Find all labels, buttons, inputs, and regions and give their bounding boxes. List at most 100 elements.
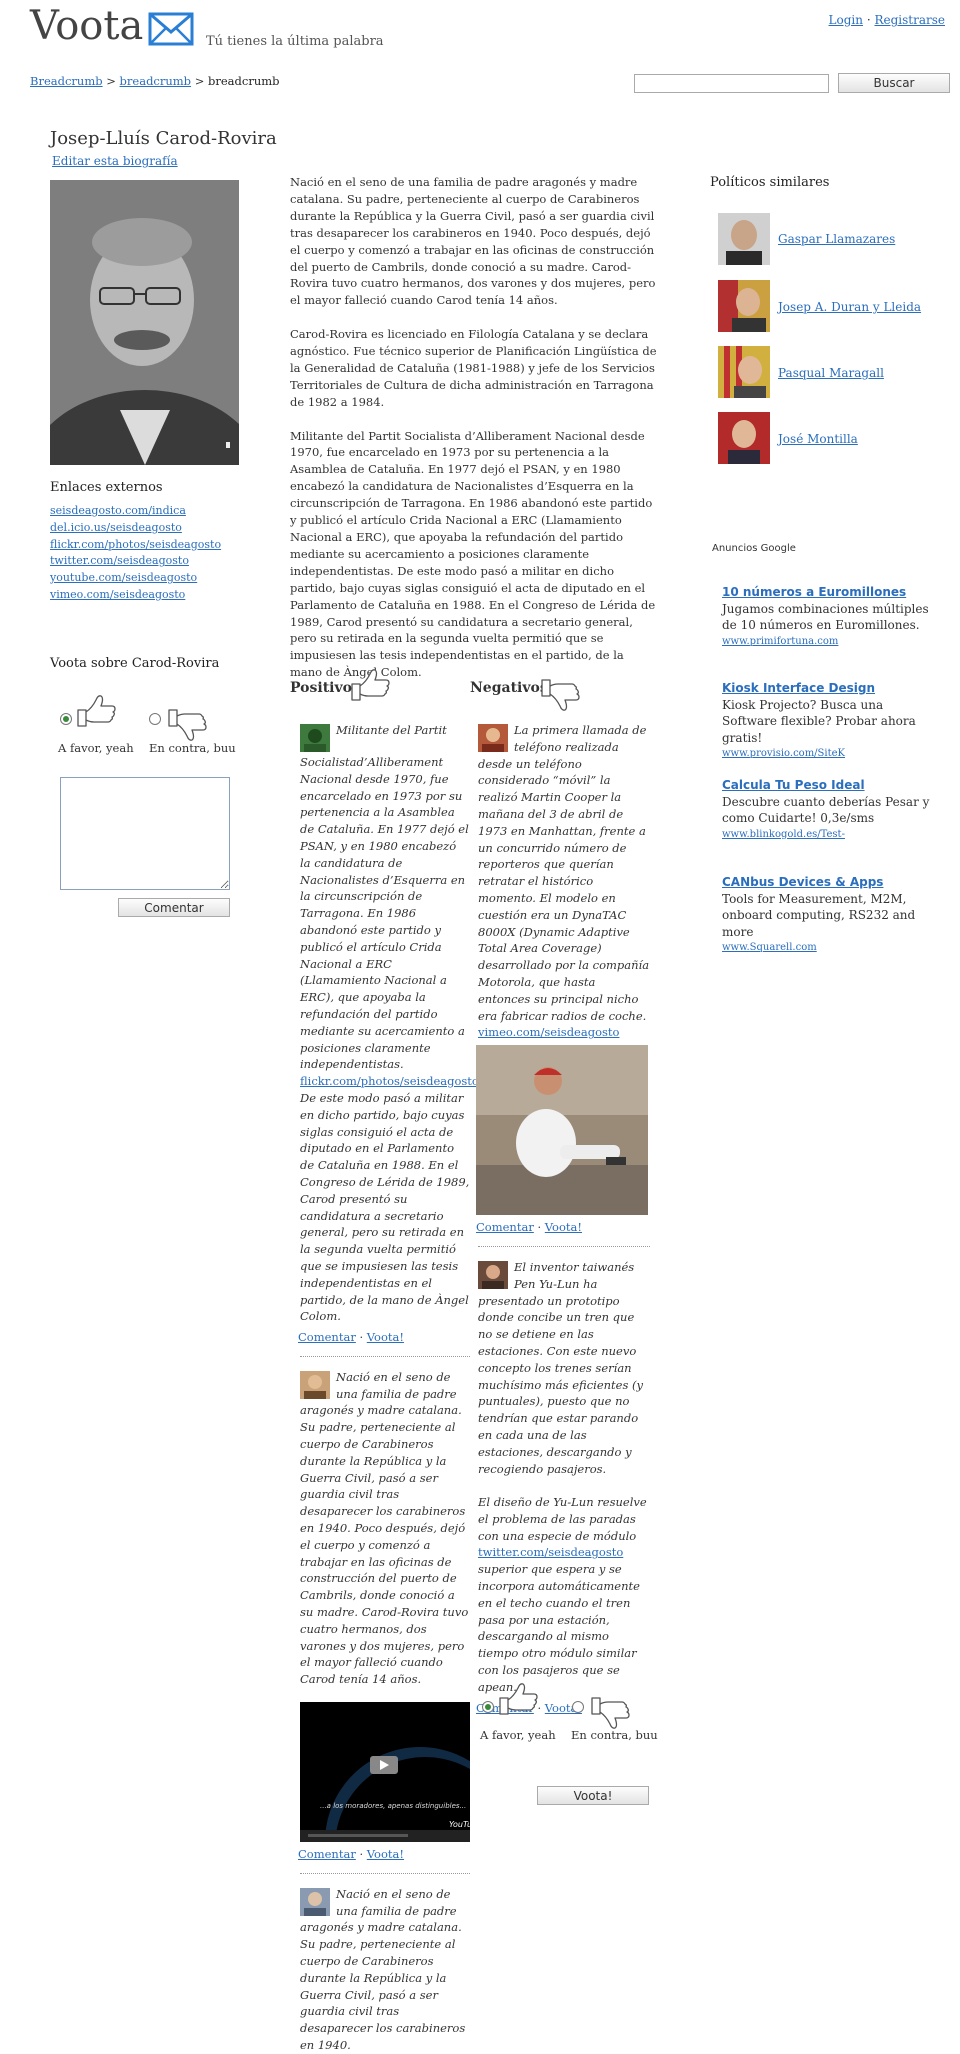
similar-politicians-title: Políticos similares: [710, 175, 830, 190]
thumbs-up-icon: [351, 669, 390, 701]
politician-photo[interactable]: [718, 412, 770, 464]
ads-label: Anuncios Google: [712, 543, 796, 554]
external-link[interactable]: twitter.com/seisdeagosto: [50, 553, 221, 570]
external-link[interactable]: seisdeagosto.com/indica: [50, 503, 221, 520]
ad-url[interactable]: www.blinkogold.es/Test-: [722, 827, 932, 844]
ad-block: CANbus Devices & Apps Tools for Measurem…: [722, 874, 932, 957]
external-link[interactable]: youtube.com/seisdeagosto: [50, 570, 221, 587]
auth-links: Login · Registrarse: [829, 13, 945, 27]
meta-separator: ·: [359, 1847, 364, 1862]
opinion-actions: Comentar · Voota!: [298, 1846, 470, 1863]
opinion-text: superior que espera y se incorpora autom…: [478, 1562, 640, 1694]
contra-label: En contra, buu: [571, 1728, 658, 1742]
contra-label: En contra, buu: [149, 741, 236, 755]
comment-link[interactable]: Comentar: [298, 1847, 356, 1861]
user-avatar: [300, 724, 330, 752]
opinion-text: El diseño de Yu-Lun resuelve el problema…: [478, 1495, 647, 1543]
comment-button[interactable]: Comentar: [118, 898, 230, 917]
bio-paragraph: Nació en el seno de una familia de padre…: [290, 175, 656, 308]
external-links-title: Enlaces externos: [50, 480, 163, 495]
bio-paragraph: Militante del Partit Socialista d’Allibe…: [290, 428, 656, 680]
negatives-title: Negativos: [470, 680, 548, 696]
comment-link[interactable]: Comentar: [298, 1330, 356, 1344]
opinion-text: Nació en el seno de una familia de padre…: [300, 1369, 469, 1687]
politician-photo[interactable]: [718, 346, 770, 398]
politician-photo[interactable]: [718, 280, 770, 332]
voota-link[interactable]: Voota!: [545, 1220, 582, 1234]
ad-text: Descubre cuanto deberías Pesar y como Cu…: [722, 794, 930, 826]
contra-radio[interactable]: [572, 1701, 584, 1713]
similar-politician-link[interactable]: José Montilla: [778, 432, 858, 446]
thumbs-down-icon: [168, 709, 207, 741]
ad-title-link[interactable]: Kiosk Interface Design: [722, 680, 932, 697]
ad-text: Tools for Measurement, M2M, onboard comp…: [722, 891, 916, 939]
video-player[interactable]: ...a los moradores, apenas distinguibles…: [300, 1702, 470, 1843]
positive-opinion: Militante del Partit Socialistad’Alliber…: [298, 722, 479, 2054]
opinion-actions: Comentar · Voota!: [476, 1219, 650, 1236]
user-avatar: [478, 724, 508, 752]
opinion-actions: Comentar · Voota!: [298, 1329, 470, 1346]
auth-separator: ·: [866, 13, 871, 27]
negative-opinion: La primera llamada de teléfono realizada…: [476, 722, 650, 1716]
site-logo[interactable]: Voota: [30, 6, 143, 46]
similar-politician-link[interactable]: Josep A. Duran y Lleida: [778, 300, 921, 314]
politician-portrait: [50, 180, 239, 465]
ad-url[interactable]: www.primifortuna.com: [722, 634, 932, 651]
thumbs-down-icon: [591, 1697, 630, 1729]
external-link[interactable]: del.icio.us/seisdeagosto: [50, 520, 221, 537]
user-avatar: [478, 1260, 508, 1289]
ad-title-link[interactable]: 10 números a Euromillones: [722, 584, 932, 601]
breadcrumb: Breadcrumb > breadcrumb > breadcrumb: [30, 74, 280, 88]
divider: [300, 1872, 470, 1874]
user-avatar: [300, 1370, 330, 1399]
divider: [478, 1245, 650, 1247]
similar-politician-link[interactable]: Pasqual Maragall: [778, 366, 884, 380]
opinion-text: Militante del Partit Socialistad’Alliber…: [300, 723, 469, 1072]
external-link[interactable]: vimeo.com/seisdeagosto: [50, 587, 221, 604]
search-input[interactable]: [634, 74, 829, 93]
ads-label-text: Anuncios Google: [712, 543, 796, 554]
voota-link[interactable]: Voota!: [367, 1847, 404, 1861]
bio-paragraph: Carod-Rovira es licenciado en Filología …: [290, 327, 657, 409]
vote-box-title: Voota sobre Carod-Rovira: [50, 656, 220, 671]
ad-url[interactable]: www.Squarell.com: [722, 940, 932, 957]
opinion-link[interactable]: vimeo.com/seisdeagosto: [478, 1024, 650, 1041]
opinion-photo: [476, 1045, 648, 1216]
external-link[interactable]: flickr.com/photos/seisdeagosto: [50, 537, 221, 554]
meta-separator: ·: [537, 1220, 542, 1235]
comment-textarea[interactable]: [60, 777, 230, 890]
breadcrumb-item[interactable]: Breadcrumb: [30, 74, 103, 88]
register-link[interactable]: Registrarse: [874, 13, 945, 27]
voota-link[interactable]: Voota!: [367, 1330, 404, 1344]
ad-title-link[interactable]: CANbus Devices & Apps: [722, 874, 932, 891]
opinion-text: La primera llamada de teléfono realizada…: [478, 723, 650, 1023]
ad-url[interactable]: www.provisio.com/SiteK: [722, 746, 932, 763]
opinion-text: El inventor taiwanés Pen Yu-Lun ha prese…: [478, 1259, 643, 1476]
breadcrumb-item[interactable]: breadcrumb: [120, 74, 192, 88]
divider: [300, 1355, 470, 1357]
ad-text: Jugamos combinaciones múltiples de 10 nú…: [722, 601, 929, 633]
voota-button[interactable]: Voota!: [537, 1786, 649, 1805]
breadcrumb-separator: >: [106, 74, 116, 88]
edit-bio-link[interactable]: Editar esta biografía: [52, 154, 178, 168]
favor-label: A favor, yeah: [58, 741, 134, 755]
favor-radio[interactable]: [60, 713, 72, 725]
thumbs-up-icon: [499, 1683, 538, 1715]
meta-separator: ·: [537, 1700, 542, 1715]
opinion-link[interactable]: flickr.com/photos/seisdeagosto: [300, 1073, 479, 1090]
external-links-list: seisdeagosto.com/indica del.icio.us/seis…: [50, 503, 221, 604]
similar-politician-link[interactable]: Gaspar Llamazares: [778, 232, 895, 246]
page-title: Josep-Lluís Carod-Rovira: [50, 128, 277, 149]
ad-title-link[interactable]: Calcula Tu Peso Ideal: [722, 777, 932, 794]
favor-radio[interactable]: [482, 1701, 494, 1713]
comment-link[interactable]: Comentar: [476, 1220, 534, 1234]
thumbs-up-icon: [77, 695, 116, 727]
breadcrumb-separator: >: [194, 74, 205, 88]
biography: Nació en el seno de una familia de padre…: [290, 174, 658, 698]
login-link[interactable]: Login: [829, 13, 863, 27]
search-button[interactable]: Buscar: [838, 73, 950, 93]
breadcrumb-current: breadcrumb: [208, 74, 280, 88]
politician-photo[interactable]: [718, 213, 770, 265]
contra-radio[interactable]: [149, 713, 161, 725]
opinion-link[interactable]: twitter.com/seisdeagosto: [478, 1544, 650, 1561]
